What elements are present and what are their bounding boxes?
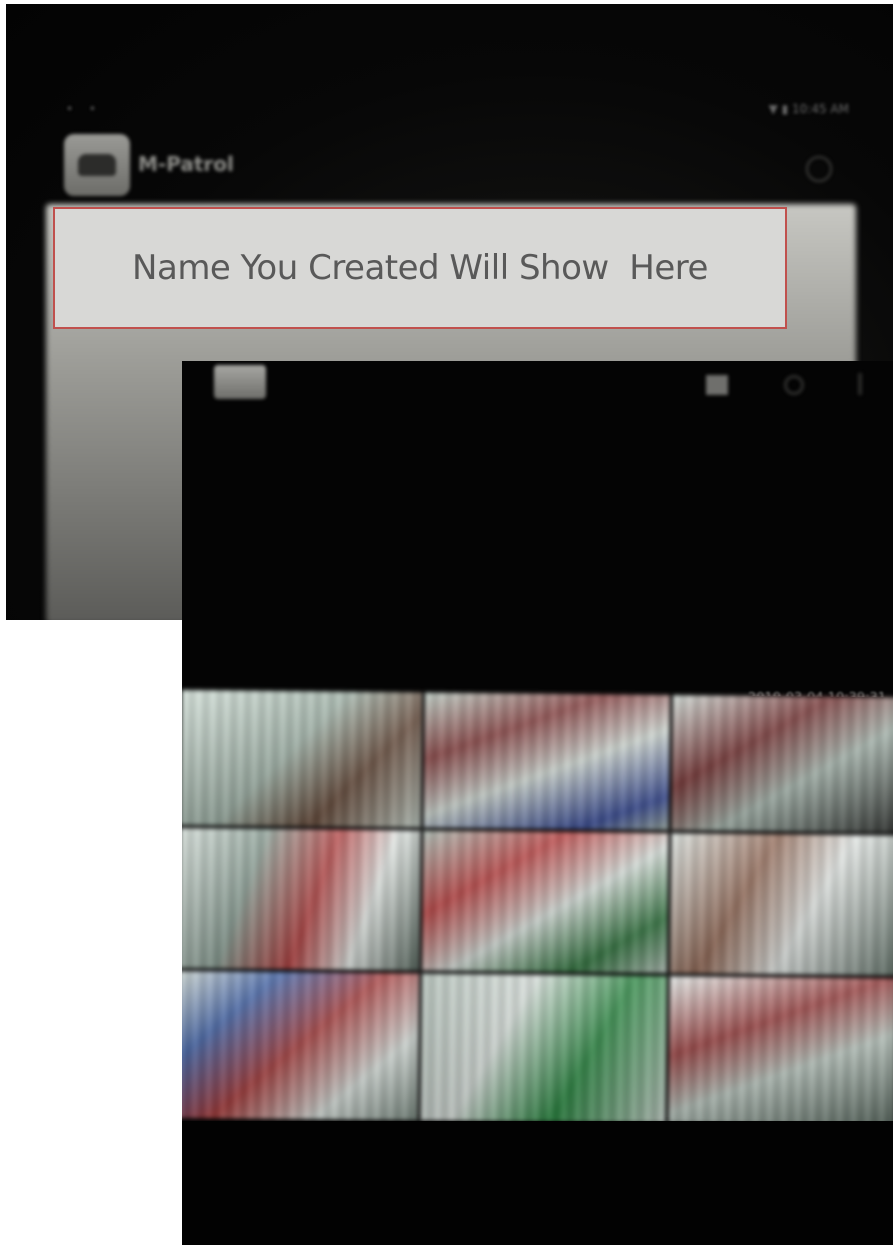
app-logo-icon[interactable] (64, 134, 130, 196)
status-bar: • • ▼ ▮ 10:45 AM (6, 96, 893, 124)
bottom-area (182, 1121, 893, 1245)
callout-box: Name You Created Will Show Here (53, 207, 787, 329)
app-logo-icon[interactable] (214, 365, 266, 399)
callout-text: Name You Created Will Show Here (132, 248, 708, 288)
notification-icons: • • (66, 102, 102, 116)
app-name: M-Patrol (138, 152, 234, 176)
camera-tile-3[interactable] (671, 695, 893, 833)
camera-tile-8[interactable] (420, 973, 668, 1124)
camera-tile-4[interactable] (182, 827, 421, 971)
live-view-toolbar (182, 361, 893, 409)
camera-tile-7[interactable] (182, 970, 420, 1121)
camera-grid-photo: 2019-03-04 10:39:31 (182, 361, 893, 1245)
camera-tile-9[interactable] (668, 976, 893, 1126)
status-clock: ▼ ▮ 10:45 AM (768, 102, 849, 116)
camera-grid (182, 690, 893, 1126)
clock-icon[interactable] (806, 156, 832, 182)
grid-layout-icon[interactable] (706, 375, 728, 395)
more-options-icon[interactable] (858, 373, 862, 395)
camera-tile-2[interactable] (423, 692, 670, 831)
camera-tile-1[interactable] (182, 690, 422, 828)
search-icon[interactable] (784, 375, 804, 395)
camera-tile-6[interactable] (670, 833, 893, 976)
app-header: M-Patrol (62, 132, 842, 196)
camera-tile-5[interactable] (422, 830, 669, 974)
